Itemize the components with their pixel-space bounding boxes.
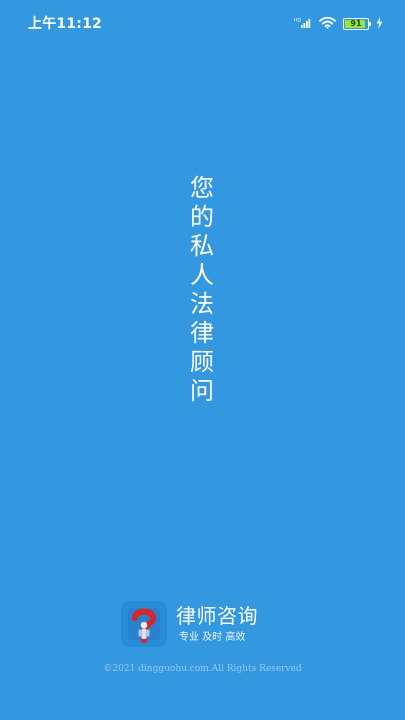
slogan-char: 顾 bbox=[190, 348, 214, 376]
slogan-char: 的 bbox=[190, 203, 214, 231]
app-subtitle: 专业 及时 高效 bbox=[179, 632, 246, 643]
slogan-char: 律 bbox=[190, 319, 214, 347]
slogan-char: 您 bbox=[190, 174, 214, 202]
status-icons: HD 91 bbox=[294, 14, 383, 33]
battery-icon: 91 bbox=[343, 17, 371, 30]
signal-icon: HD bbox=[294, 14, 312, 33]
slogan-char: 问 bbox=[190, 377, 214, 405]
network-label: HD bbox=[294, 18, 301, 24]
app-name: 律师咨询 bbox=[176, 604, 258, 628]
slogan-char: 人 bbox=[190, 261, 214, 289]
vertical-slogan: 您的私人法律顾问 bbox=[188, 174, 216, 406]
question-figure-logo bbox=[121, 601, 167, 647]
status-bar: 上午11:12 HD 91 bbox=[0, 0, 405, 44]
charging-icon bbox=[376, 14, 383, 33]
battery-cap bbox=[369, 21, 371, 26]
status-time: 上午11:12 bbox=[28, 16, 102, 32]
wifi-icon bbox=[319, 14, 336, 33]
copyright-text: ©2021 dingguohu.com.All Rights Reserved bbox=[103, 664, 302, 674]
slogan-char: 法 bbox=[190, 290, 214, 318]
battery-level-text: 91 bbox=[350, 18, 362, 28]
slogan-char: 私 bbox=[190, 232, 214, 260]
brand-lockup: 律师咨询 专业 及时 高效 bbox=[121, 601, 291, 649]
